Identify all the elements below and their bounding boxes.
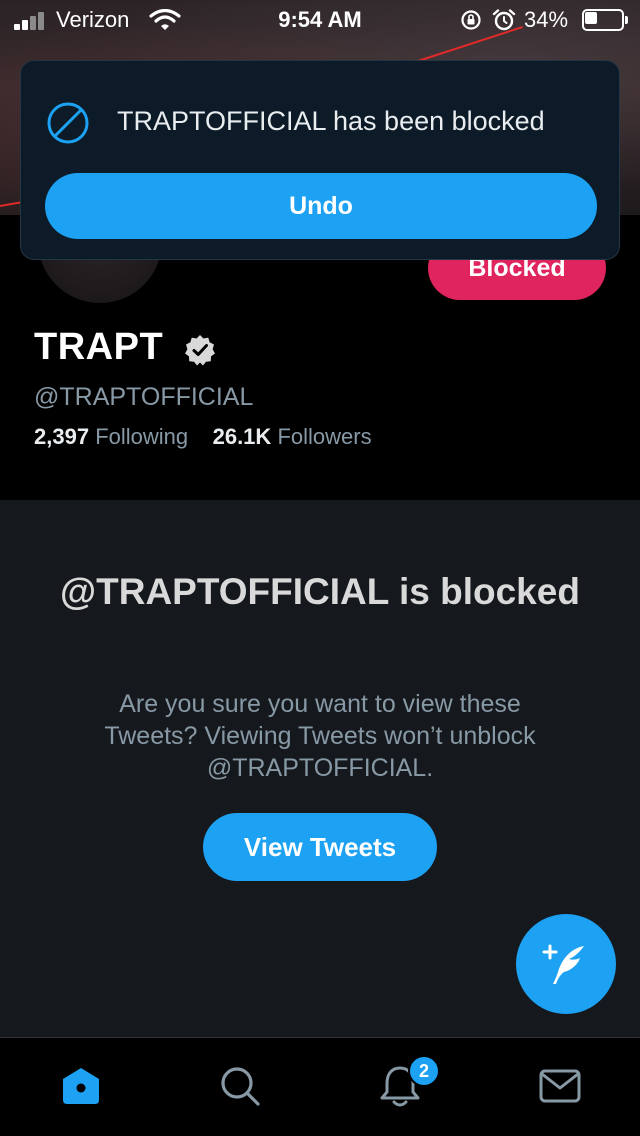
following-count: 2,397 [34, 424, 90, 449]
follow-stats: 2,397 Following 26.1K Followers [34, 424, 372, 450]
compose-tweet-icon [542, 944, 584, 984]
followers-link[interactable]: 26.1K Followers [213, 424, 372, 449]
search-icon[interactable] [216, 1062, 264, 1110]
followers-label: Followers [277, 424, 372, 449]
alarm-icon [492, 9, 516, 31]
rotation-lock-icon [461, 10, 481, 30]
status-bar: Verizon 9:54 AM 34% [0, 0, 640, 40]
verified-icon [185, 335, 215, 366]
blocked-title: @TRAPTOFFICIAL is blocked [60, 571, 580, 612]
block-icon [47, 102, 89, 144]
tab-bar: 2 [0, 1037, 640, 1136]
battery-percent: 34% [524, 7, 569, 32]
notification-badge: 2 [408, 1055, 440, 1087]
compose-tweet-button[interactable] [516, 914, 616, 1014]
battery-icon [582, 9, 630, 31]
followers-count: 26.1K [212, 424, 272, 449]
toast-message: TRAPTOFFICIAL has been blocked [117, 106, 545, 136]
following-link[interactable]: 2,397 Following [34, 424, 194, 449]
blocked-description: Are you sure you want to view these Twee… [104, 690, 536, 782]
view-tweets-button[interactable]: View Tweets [203, 813, 437, 881]
profile-handle: @TRAPTOFFICIAL [34, 383, 254, 411]
following-label: Following [95, 424, 189, 449]
mail-icon[interactable] [536, 1062, 584, 1110]
display-name: TRAPT [34, 326, 164, 368]
undo-button[interactable]: Undo [45, 173, 597, 239]
home-icon[interactable] [57, 1062, 105, 1110]
block-toast: TRAPTOFFICIAL has been blocked Undo [20, 60, 620, 260]
